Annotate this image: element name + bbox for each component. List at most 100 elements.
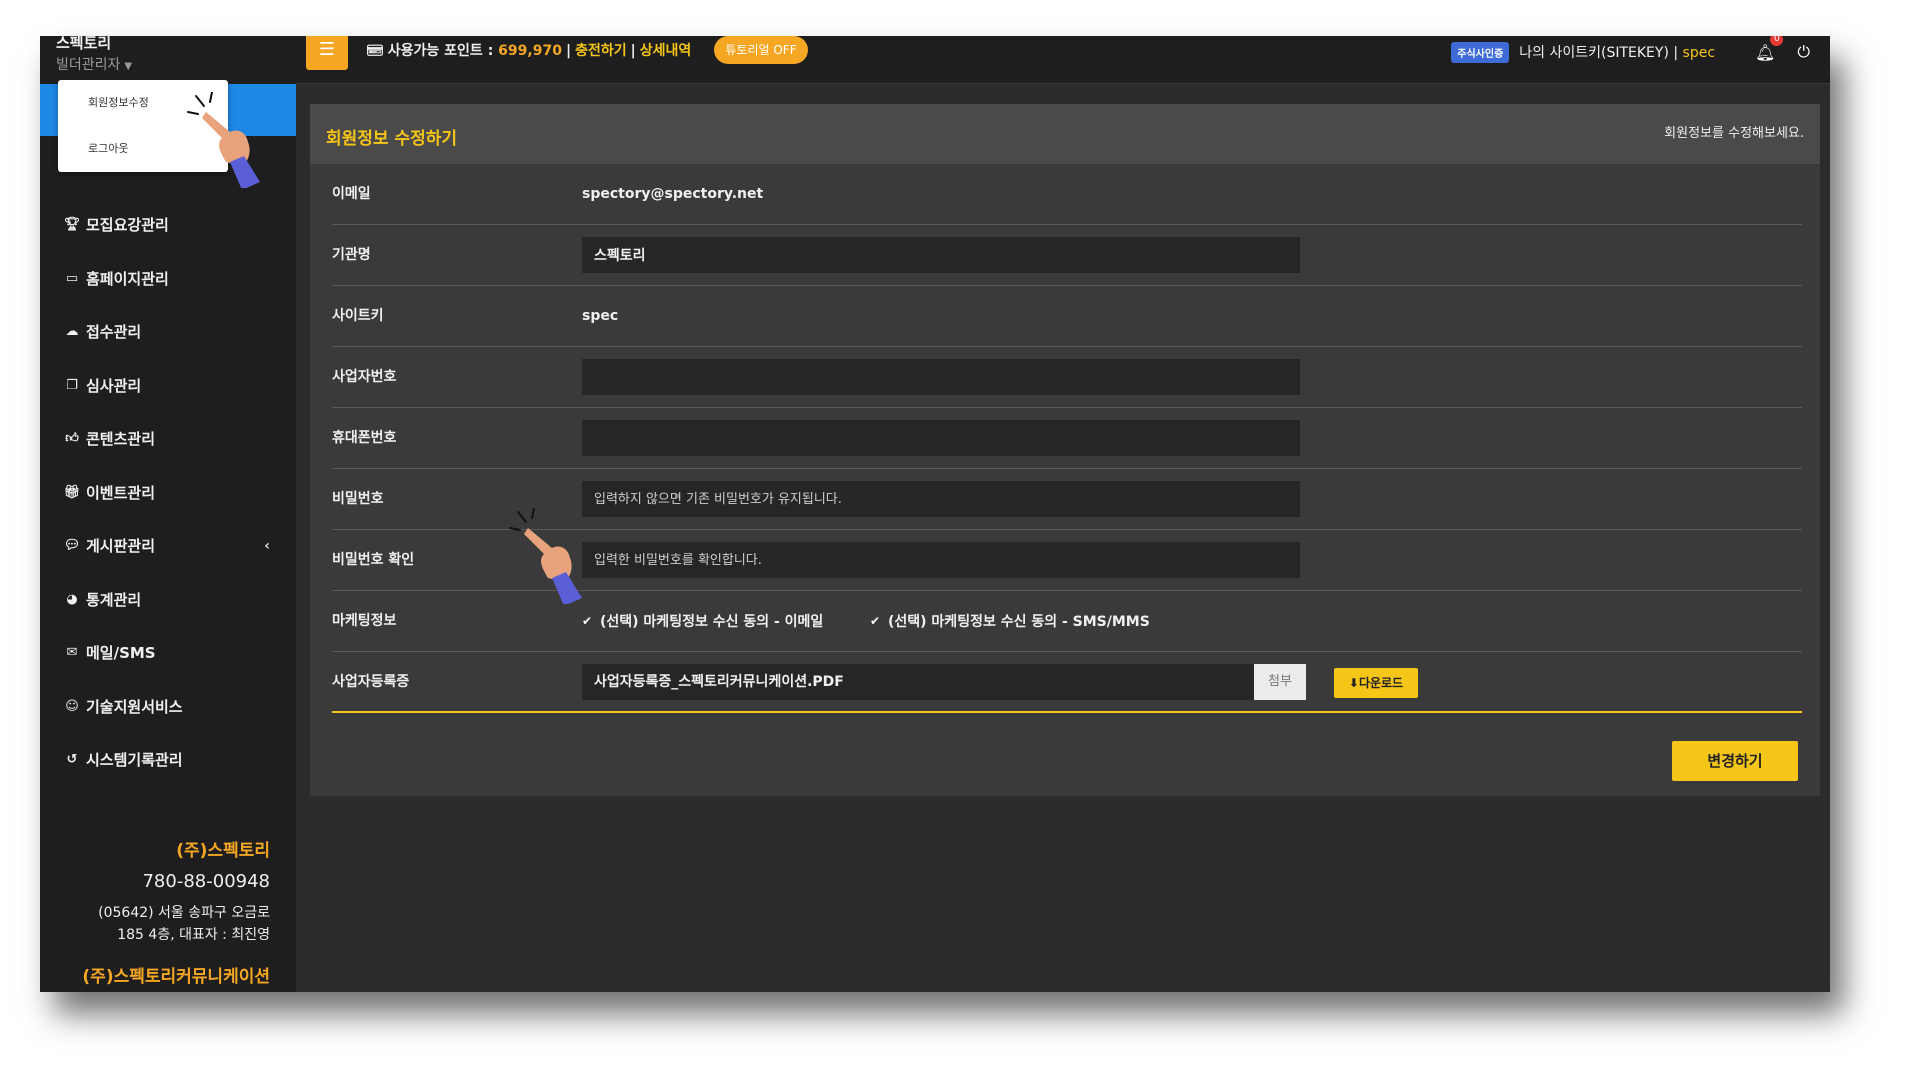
company-address: (05642) 서울 송파구 오금로 185 4층, 대표자 : 최진영: [40, 902, 270, 946]
biz-cert-file-name: 사업자등록증_스펙토리커뮤니케이션.PDF: [582, 664, 1254, 700]
biz-number-input[interactable]: [582, 359, 1300, 395]
bell-icon: 🔔︎: [1755, 42, 1776, 62]
company-info: (주)스펙토리 780-88-00948 (05642) 서울 송파구 오금로 …: [40, 836, 270, 987]
form-row-org: 기관명: [332, 225, 1802, 286]
password-input[interactable]: [582, 481, 1300, 517]
sidebar-item-label: 이벤트관리: [86, 483, 156, 502]
hamburger-menu-button[interactable]: ☰: [306, 36, 348, 70]
detail-link[interactable]: 상세내역: [640, 43, 692, 59]
points-value: 699,970: [498, 43, 562, 59]
power-button[interactable]: ⏻: [1797, 42, 1810, 62]
sidebar-item-label: 메일/SMS: [86, 644, 156, 663]
form-row-phone: 휴대폰번호: [332, 408, 1802, 469]
profile-edit-panel: 회원정보 수정하기 회원정보를 수정해보세요. 이메일 spectory@spe…: [310, 104, 1820, 796]
biz-number-label: 사업자번호: [332, 369, 397, 385]
panel-title: 회원정보 수정하기: [326, 129, 458, 149]
marketing-label: 마케팅정보: [332, 613, 397, 629]
password-confirm-label: 비밀번호 확인: [332, 552, 415, 568]
chevron-left-icon: ‹: [264, 537, 270, 554]
gift-icon: 🎁︎: [63, 484, 81, 500]
panel-header: 회원정보 수정하기 회원정보를 수정해보세요.: [310, 104, 1820, 164]
thumbs-up-icon: 👍︎: [65, 431, 79, 447]
sitekey-info: 나의 사이트키(SITEKEY) | spec: [1519, 42, 1715, 62]
sidebar-item-board[interactable]: 💬︎ 게시판관리 ‹: [40, 519, 296, 573]
cloud-upload-icon: ☁: [65, 324, 79, 340]
sidebar-item-label: 통계관리: [86, 590, 142, 609]
sidebar-item-label: 홈페이지관리: [86, 269, 169, 288]
company-address-line1: (05642) 서울 송파구 오금로: [98, 905, 270, 921]
sidebar-item-review[interactable]: ❐ 심사관리: [40, 359, 296, 413]
sitekey-label: 나의 사이트키(SITEKEY) |: [1519, 45, 1679, 61]
sidebar-item-recruitment[interactable]: 🏆︎ 모집요강관리: [40, 198, 296, 252]
comments-icon: 💬︎: [63, 538, 81, 554]
points-info: 💳︎ 사용가능 포인트 : 699,970 | 충전하기 | 상세내역: [366, 43, 692, 59]
support-icon: ☺: [65, 698, 79, 714]
role-selector[interactable]: 빌더관리자 ▼: [56, 54, 132, 74]
sidebar-item-system-log[interactable]: ↺ 시스템기록관리: [40, 733, 296, 787]
notification-button[interactable]: 🔔︎ 0: [1755, 36, 1784, 62]
company-name: (주)스펙토리: [176, 841, 270, 861]
top-right-area: 주식사인증 나의 사이트키(SITEKEY) | spec 🔔︎ 0 ⏻: [1451, 36, 1810, 66]
sidebar-item-events[interactable]: 🎁︎ 이벤트관리: [40, 466, 296, 520]
company-biz-number: 780-88-00948: [142, 871, 270, 892]
charge-link[interactable]: 충전하기: [575, 43, 627, 59]
phone-label: 휴대폰번호: [332, 430, 397, 446]
role-label: 빌더관리자: [56, 57, 121, 73]
company-address-line2: 185 4층, 대표자 : 최진영: [117, 927, 270, 943]
marketing-email-label: (선택) 마케팅정보 수신 동의 - 이메일: [600, 614, 824, 630]
sidebar-item-label: 시스템기록관리: [86, 751, 183, 770]
sitekey-field-label: 사이트키: [332, 308, 384, 324]
email-value: spectory@spectory.net: [582, 186, 764, 202]
sidebar-item-mail-sms[interactable]: ✉ 메일/SMS: [40, 626, 296, 680]
org-label: 기관명: [332, 247, 371, 263]
org-name-input[interactable]: [582, 237, 1300, 273]
sidebar-nav: 🏆︎ 모집요강관리 ▭ 홈페이지관리 ☁ 접수관리 ❐ 심사관리 👍︎ 콘텐츠관리 🎁︎ 이…: [40, 198, 296, 787]
pointing-hand-icon: [187, 92, 260, 188]
tutorial-toggle-button[interactable]: 튜토리얼 OFF: [714, 36, 808, 64]
power-icon: ⏻: [1797, 42, 1810, 61]
sidebar-item-reception[interactable]: ☁ 접수관리: [40, 305, 296, 359]
pointing-hand-icon: [509, 508, 582, 604]
copy-icon: ❐: [66, 377, 78, 393]
user-id: spec: [1682, 45, 1716, 61]
notification-count: 0: [1770, 36, 1784, 46]
points-label: 사용가능 포인트 :: [387, 43, 494, 59]
envelope-icon: ✉: [66, 645, 78, 661]
sidebar-item-support[interactable]: ☺ 기술지원서비스: [40, 680, 296, 734]
app-window: 스펙토리 빌더관리자 ▼ 회원정보수정 로그아웃 🏆︎ 모집요강관리 ▭ 홈페이지관리…: [40, 36, 1830, 992]
checkmark-icon: ✔: [582, 614, 593, 628]
download-button[interactable]: ⬇다운로드: [1334, 668, 1418, 698]
form-rows: 이메일 spectory@spectory.net 기관명 사이트키 spec …: [332, 164, 1802, 713]
marketing-sms-label: (선택) 마케팅정보 수신 동의 - SMS/MMS: [888, 614, 1150, 630]
attach-button[interactable]: 첨부: [1254, 664, 1306, 700]
sidebar-item-contents[interactable]: 👍︎ 콘텐츠관리: [40, 412, 296, 466]
form-row-biz-cert: 사업자등록증 사업자등록증_스펙토리커뮤니케이션.PDF 첨부 ⬇다운로드: [332, 652, 1802, 713]
sidebar-item-label: 기술지원서비스: [86, 697, 183, 716]
company-name-2: (주)스펙토리커뮤니케이션: [82, 967, 270, 987]
form-row-sitekey: 사이트키 spec: [332, 286, 1802, 347]
marketing-sms-checkbox[interactable]: ✔ (선택) 마케팅정보 수신 동의 - SMS/MMS: [870, 591, 1150, 651]
hamburger-icon: ☰: [318, 39, 336, 60]
biz-cert-label: 사업자등록증: [332, 674, 410, 690]
pie-chart-icon: ◕: [66, 591, 78, 607]
top-bar: ☰ 💳︎ 사용가능 포인트 : 699,970 | 충전하기 | 상세내역 튜토리얼 OF…: [296, 36, 1830, 84]
sidebar-item-statistics[interactable]: ◕ 통계관리: [40, 573, 296, 627]
credit-card-icon: 💳︎: [366, 43, 384, 59]
sidebar-item-label: 게시판관리: [86, 537, 156, 556]
monitor-icon: ▭: [65, 270, 79, 286]
phone-input[interactable]: [582, 420, 1300, 456]
password-confirm-input[interactable]: [582, 542, 1300, 578]
download-icon: ⬇: [1348, 676, 1359, 690]
submit-button[interactable]: 변경하기: [1672, 741, 1798, 781]
checkmark-icon: ✔: [870, 614, 881, 628]
sidebar-item-label: 접수관리: [86, 323, 142, 342]
caret-down-icon: ▼: [124, 61, 133, 72]
download-label: 다운로드: [1358, 676, 1404, 690]
marketing-email-checkbox[interactable]: ✔ (선택) 마케팅정보 수신 동의 - 이메일: [582, 591, 823, 651]
sidebar-item-label: 콘텐츠관리: [86, 430, 156, 449]
sidebar-item-homepage[interactable]: ▭ 홈페이지관리: [40, 252, 296, 306]
panel-description: 회원정보를 수정해보세요.: [1664, 126, 1804, 141]
brand-name: 스펙토리: [56, 36, 112, 52]
form-row-biz-number: 사업자번호: [332, 347, 1802, 408]
form-row-email: 이메일 spectory@spectory.net: [332, 164, 1802, 225]
